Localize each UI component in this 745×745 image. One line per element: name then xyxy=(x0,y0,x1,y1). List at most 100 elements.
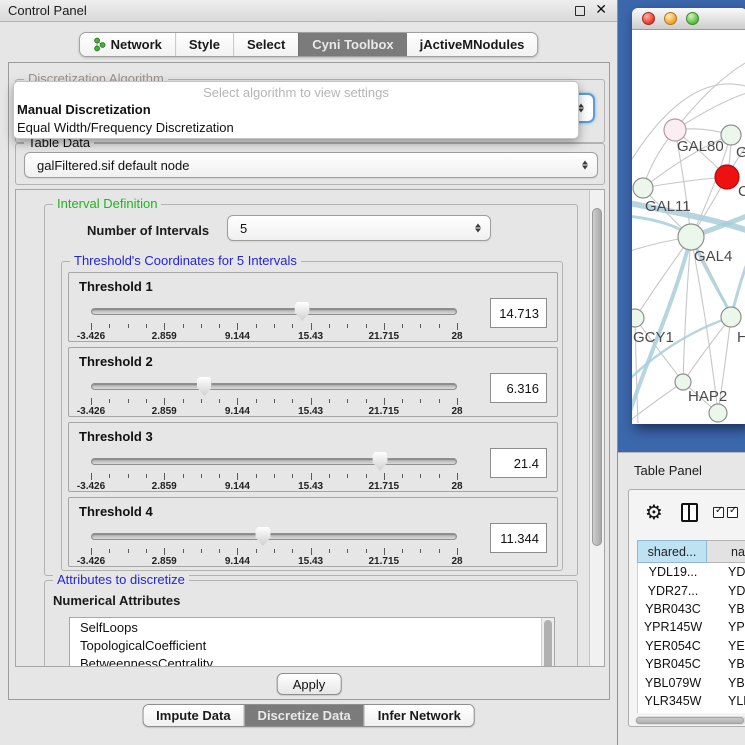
threshold-slider[interactable]: -3.4262.8599.14415.4321.71528 xyxy=(91,376,457,414)
tab-impute-data[interactable]: Impute Data xyxy=(143,705,243,726)
network-node-label: G xyxy=(736,144,745,161)
threshold-slider[interactable]: -3.4262.8599.14415.4321.71528 xyxy=(91,451,457,489)
table-row[interactable]: YLR345WYLR3 xyxy=(638,692,745,710)
tick-label: 2.859 xyxy=(152,556,177,567)
numerical-attributes-label: Numerical Attributes xyxy=(53,593,180,608)
slider-thumb-icon[interactable] xyxy=(295,302,310,321)
table-row[interactable]: YDR27...YDR2 xyxy=(638,581,745,599)
slider-track[interactable] xyxy=(91,308,457,315)
tab-select[interactable]: Select xyxy=(233,33,298,56)
tick-label: 21.715 xyxy=(369,556,400,567)
slider-track[interactable] xyxy=(91,533,457,540)
attributes-list-scrollbar[interactable] xyxy=(541,618,554,667)
tick-label: 9.144 xyxy=(225,481,250,492)
table-row[interactable]: YER054CYER0 xyxy=(638,637,745,655)
network-node[interactable] xyxy=(709,404,727,422)
tick-label: 2.859 xyxy=(152,331,177,342)
node-table-container: ⚙ ✓ ✓ shared... name YDL19...YDL1YDR27..… xyxy=(628,489,745,727)
thresholds-group-title: Threshold's Coordinates for 5 Intervals xyxy=(70,254,301,268)
threshold-slider[interactable]: -3.4262.8599.14415.4321.71528 xyxy=(91,301,457,339)
apply-button[interactable]: Apply xyxy=(277,673,342,695)
dropdown-option-manual-discretization[interactable]: Manual Discretization xyxy=(14,101,578,119)
threshold-label: Threshold 3 xyxy=(79,429,153,444)
table-row[interactable]: YBL079WYBL0 xyxy=(638,673,745,691)
threshold-value-field[interactable]: 21.4 xyxy=(490,448,547,478)
thresholds-group: Threshold's Coordinates for 5 Intervals … xyxy=(61,261,563,571)
slider-tick-labels: -3.4262.8599.14415.4321.71528 xyxy=(91,406,457,418)
attributes-group: Attributes to discretize Numerical Attri… xyxy=(44,580,578,667)
tick-label: 15.43 xyxy=(298,556,323,567)
network-node[interactable] xyxy=(721,125,741,145)
slider-thumb-icon[interactable] xyxy=(256,527,271,546)
network-node[interactable] xyxy=(715,165,739,189)
tab-infer-network[interactable]: Infer Network xyxy=(364,705,474,726)
tab-discretize-data[interactable]: Discretize Data xyxy=(244,705,364,726)
control-panel-window: Control Panel ✕ Network Style Select C xyxy=(0,0,618,745)
scrollbar-thumb[interactable] xyxy=(636,717,744,724)
number-of-intervals-combobox[interactable]: 5 xyxy=(227,215,491,241)
zoom-traffic-light-icon[interactable] xyxy=(686,12,699,25)
slider-track[interactable] xyxy=(91,458,457,465)
close-traffic-light-icon[interactable] xyxy=(642,12,655,25)
node-table: shared... name YDL19...YDL1YDR27...YDR2Y… xyxy=(637,540,745,713)
scrollbar-thumb[interactable] xyxy=(592,208,602,546)
dropdown-option-equal-width-frequency[interactable]: Equal Width/Frequency Discretization xyxy=(14,119,578,137)
slider-thumb-icon[interactable] xyxy=(373,452,388,471)
slider-track[interactable] xyxy=(91,383,457,390)
list-item[interactable]: TopologicalCoefficient xyxy=(80,638,554,656)
tab-cyni-toolbox[interactable]: Cyni Toolbox xyxy=(298,33,406,56)
combo-spinner-icon xyxy=(475,224,481,233)
slider-thumb-icon[interactable] xyxy=(197,377,212,396)
tab-jactivemnodules[interactable]: jActiveMNodules xyxy=(407,33,538,56)
list-item[interactable]: BetweennessCentrality xyxy=(80,656,554,667)
close-icon[interactable]: ✕ xyxy=(595,2,607,18)
tick-label: 15.43 xyxy=(298,406,323,417)
network-view-window: GAL80GCGAL11GAL4GCY1HHAP2 xyxy=(632,8,745,424)
network-window-titlebar xyxy=(632,8,745,30)
table-row[interactable]: YBR043CYBR0 xyxy=(638,600,745,618)
column-visibility-icons[interactable]: ✓ ✓ xyxy=(713,507,738,518)
tick-label: 28 xyxy=(451,481,462,492)
table-horizontal-scrollbar[interactable] xyxy=(635,716,745,725)
tick-label: 28 xyxy=(451,331,462,342)
settings-vertical-scrollbar[interactable] xyxy=(589,190,604,666)
network-edge xyxy=(635,237,691,318)
threshold-slider[interactable]: -3.4262.8599.14415.4321.71528 xyxy=(91,526,457,564)
table-data-combobox[interactable]: galFiltered.sif default node xyxy=(24,152,598,178)
float-window-icon[interactable] xyxy=(575,6,585,16)
network-node[interactable] xyxy=(721,307,741,327)
attributes-group-title: Attributes to discretize xyxy=(53,573,189,587)
network-node[interactable] xyxy=(633,178,653,198)
threshold-value-field[interactable]: 14.713 xyxy=(490,298,547,328)
tick-label: -3.426 xyxy=(77,481,105,492)
tick-label: -3.426 xyxy=(77,406,105,417)
network-node[interactable] xyxy=(678,224,704,250)
table-row[interactable]: YPR145WYPR1 xyxy=(638,618,745,636)
column-header-name[interactable]: name xyxy=(707,540,745,563)
node-table-body: YDL19...YDL1YDR27...YDR2YBR043CYBR0YPR14… xyxy=(637,563,745,713)
threshold-label: Threshold 2 xyxy=(79,354,153,369)
gear-icon[interactable]: ⚙ xyxy=(645,502,663,522)
network-canvas[interactable]: GAL80GCGAL11GAL4GCY1HHAP2 xyxy=(632,30,745,423)
tick-label: 21.715 xyxy=(369,406,400,417)
network-node-label: GAL11 xyxy=(645,198,691,215)
tab-network[interactable]: Network xyxy=(80,33,175,56)
table-row[interactable]: YDL19...YDL1 xyxy=(638,563,745,581)
slider-tick-labels: -3.4262.8599.14415.4321.71528 xyxy=(91,331,457,343)
table-toolbar: ⚙ ✓ ✓ xyxy=(629,490,745,534)
tick-label: 2.859 xyxy=(152,481,177,492)
threshold-label: Threshold 4 xyxy=(79,504,153,519)
network-node[interactable] xyxy=(632,309,644,327)
checkbox-icon: ✓ xyxy=(727,507,738,518)
column-header-shared-name[interactable]: shared... xyxy=(637,540,707,563)
tick-label: 9.144 xyxy=(225,406,250,417)
split-columns-icon[interactable] xyxy=(681,503,698,522)
tab-style[interactable]: Style xyxy=(175,33,233,56)
threshold-value-field[interactable]: 11.344 xyxy=(490,523,547,553)
minimize-traffic-light-icon[interactable] xyxy=(664,12,677,25)
list-item[interactable]: SelfLoops xyxy=(80,620,554,638)
numerical-attributes-list: SelfLoopsTopologicalCoefficientBetweenne… xyxy=(69,617,555,667)
table-row[interactable]: YIL053CYIL0 xyxy=(638,710,745,713)
threshold-value-field[interactable]: 6.316 xyxy=(490,373,547,403)
table-row[interactable]: YBR045CYBR0 xyxy=(638,655,745,673)
